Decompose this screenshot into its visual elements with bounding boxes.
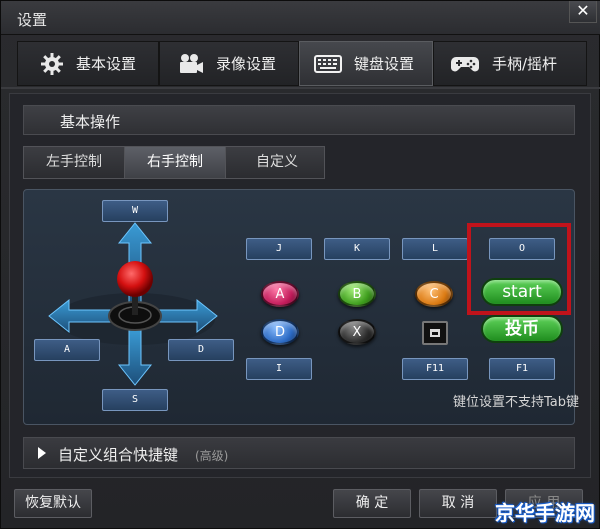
- advanced-tag: (高级): [195, 449, 229, 463]
- insert-coin-button-icon: 投币: [481, 315, 563, 343]
- tab-keyboard-settings[interactable]: 键盘设置: [299, 41, 433, 86]
- button-d-icon: D: [261, 319, 299, 345]
- button-b-icon: B: [338, 281, 376, 307]
- key-left[interactable]: A: [34, 339, 100, 361]
- gamepad-icon: [451, 56, 479, 71]
- control-mode-tabs: 左手控制 右手控制 自定义: [23, 146, 325, 179]
- main-tabs: 基本设置 录像设置 键盘设置 手柄/摇杆: [17, 41, 587, 86]
- key-right[interactable]: D: [168, 339, 234, 361]
- window-title: 设置: [17, 11, 48, 29]
- restore-defaults-button[interactable]: 恢复默认: [14, 489, 92, 518]
- tab-recording-settings[interactable]: 录像设置: [159, 41, 299, 86]
- tab-label: 基本设置: [76, 55, 137, 73]
- keyboard-icon: [314, 54, 342, 73]
- title-bar: 设置 ✕: [1, 1, 600, 35]
- joystick-icon: [48, 222, 218, 386]
- watermark: 京华手游网: [495, 501, 595, 525]
- section-header: 基本操作: [23, 105, 575, 135]
- cancel-button[interactable]: 取 消: [419, 489, 497, 518]
- tab-label: 录像设置: [216, 55, 277, 73]
- tab-gamepad-settings[interactable]: 手柄/摇杆: [433, 41, 587, 86]
- subtab-custom[interactable]: 自定义: [225, 146, 325, 179]
- button-x-icon: X: [338, 319, 376, 345]
- key-up[interactable]: W: [102, 200, 168, 222]
- key-button-a[interactable]: J: [246, 238, 312, 260]
- key-fullscreen[interactable]: F11: [402, 358, 468, 380]
- close-icon: ✕: [576, 1, 590, 20]
- expand-arrow-icon: [38, 447, 46, 459]
- tab-key-note: 键位设置不支持Tab键: [452, 395, 579, 410]
- button-a-icon: A: [261, 281, 299, 307]
- camera-icon: [180, 53, 203, 73]
- key-button-c[interactable]: L: [402, 238, 468, 260]
- tab-label: 手柄/摇杆: [492, 55, 558, 73]
- key-button-d[interactable]: I: [246, 358, 312, 380]
- tab-divider: [1, 87, 600, 89]
- settings-window: 设置 ✕ 基本设置 录像设置 键盘设置 手柄/摇杆 基本操作 左手控制 右手控制…: [0, 0, 600, 529]
- advanced-shortcuts-toggle[interactable]: 自定义组合快捷键 (高级): [23, 437, 575, 469]
- close-button[interactable]: ✕: [569, 1, 597, 23]
- advanced-label: 自定义组合快捷键: [58, 446, 179, 464]
- button-c-icon: C: [415, 281, 453, 307]
- highlight-box: [467, 223, 571, 315]
- tab-label: 键盘设置: [354, 55, 415, 73]
- subtab-left-hand[interactable]: 左手控制: [23, 146, 125, 179]
- key-insert-coin[interactable]: F1: [489, 358, 555, 380]
- section-title: 基本操作: [60, 113, 121, 131]
- subtab-right-hand[interactable]: 右手控制: [124, 146, 226, 179]
- fullscreen-icon: [422, 321, 448, 345]
- key-down[interactable]: S: [102, 389, 168, 411]
- gear-icon: [41, 52, 63, 75]
- ok-button[interactable]: 确 定: [333, 489, 411, 518]
- key-button-b[interactable]: K: [324, 238, 390, 260]
- tab-basic-settings[interactable]: 基本设置: [17, 41, 159, 86]
